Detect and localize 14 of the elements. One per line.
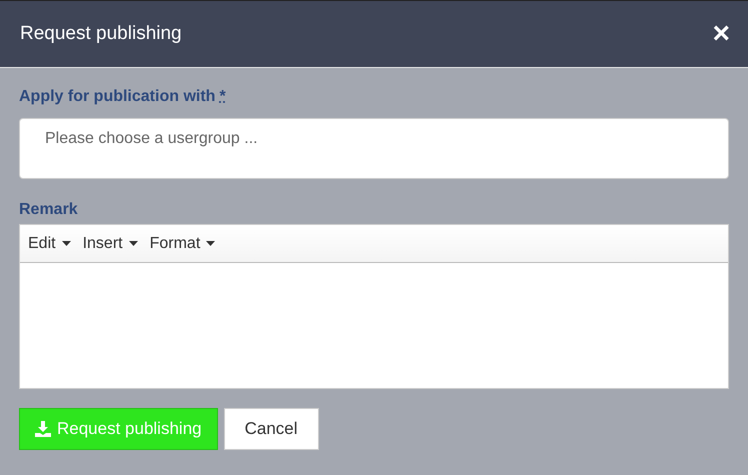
menu-button[interactable]: Insert: [80, 234, 140, 252]
window-title: Request publishing: [20, 23, 182, 45]
field-label: Remark: [19, 201, 78, 218]
cancel-button[interactable]: Cancel: [224, 408, 319, 450]
field-label: Apply for publication with: [19, 88, 216, 105]
caret-icon: [206, 241, 216, 246]
menu-button[interactable]: Format: [148, 234, 218, 252]
close-button[interactable]: ×: [712, 19, 730, 49]
usergroup-field[interactable]: Please choose a usergroup ...: [19, 118, 729, 179]
menu-button[interactable]: Edit: [26, 234, 73, 252]
caret-icon: [128, 241, 138, 246]
caret-icon: [62, 241, 71, 246]
required-mark: *: [219, 88, 226, 105]
download-icon: [35, 421, 51, 437]
